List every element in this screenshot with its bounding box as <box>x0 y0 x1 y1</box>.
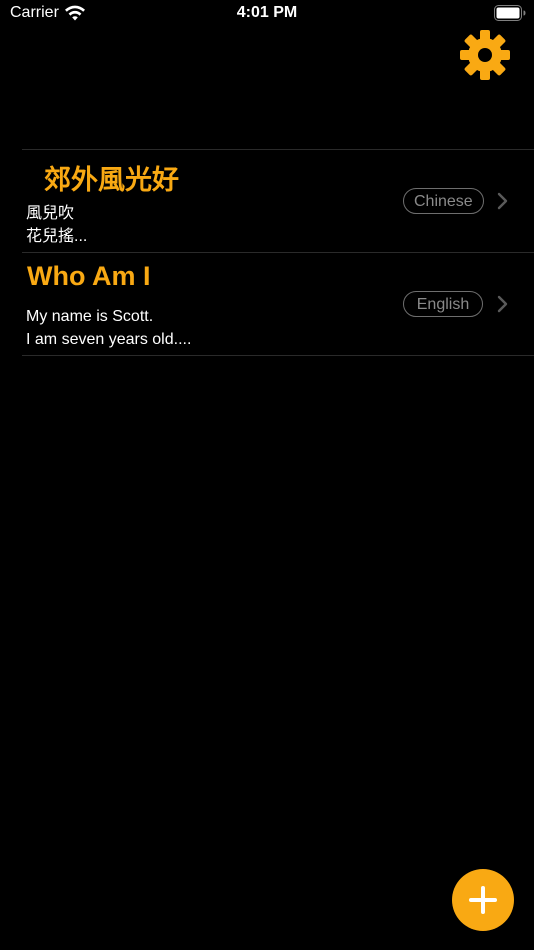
status-time: 4:01 PM <box>236 4 298 21</box>
item-title: Who Am I <box>27 261 151 291</box>
item-preview: 風兒吹 花兒搖... <box>26 205 88 245</box>
language-badge: English <box>403 291 483 317</box>
language-badge: Chinese <box>403 188 484 214</box>
chevron-right-icon <box>497 295 508 313</box>
chevron-right-icon <box>497 192 508 210</box>
add-button[interactable] <box>452 869 514 931</box>
list-item[interactable]: Who Am I My name is Scott. I am seven ye… <box>22 253 534 355</box>
gear-icon <box>460 30 510 80</box>
divider <box>22 355 534 356</box>
item-title: 郊外風光好 <box>44 165 179 195</box>
story-list: 郊外風光好 風兒吹 花兒搖... Chinese Who Am I My nam… <box>22 149 534 356</box>
status-bar: Carrier 4:01 PM <box>0 0 534 28</box>
list-item[interactable]: 郊外風光好 風兒吹 花兒搖... Chinese <box>22 150 534 252</box>
item-preview: My name is Scott. I am seven years old..… <box>26 308 192 348</box>
plus-icon <box>469 886 497 914</box>
battery-icon <box>494 5 526 21</box>
settings-button[interactable] <box>458 28 512 82</box>
